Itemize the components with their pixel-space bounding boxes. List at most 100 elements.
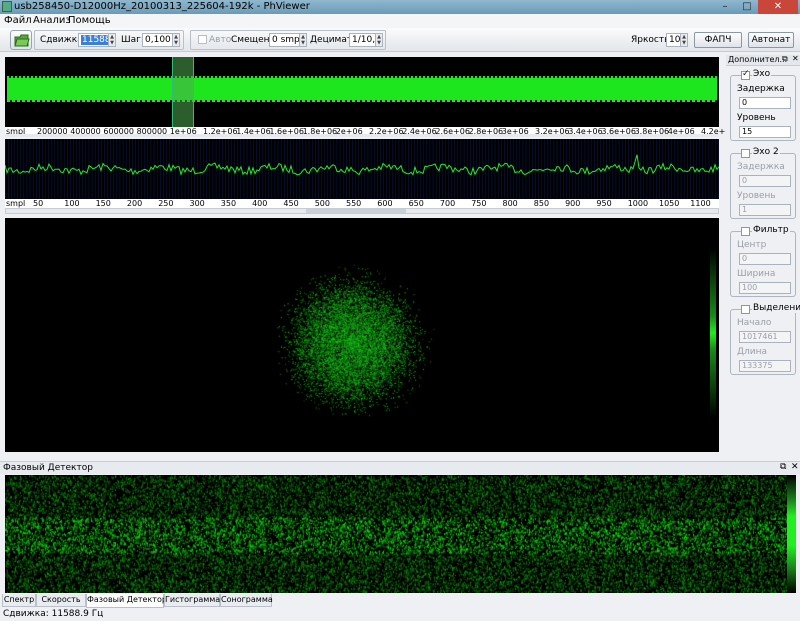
waveform-axis-unit: smpl xyxy=(6,199,26,208)
phase-panel-title: Фазовый Детектор xyxy=(3,463,93,473)
echo2-delay-spinbox[interactable]: 0 xyxy=(739,175,791,187)
echo-delay-spinbox[interactable]: 0 xyxy=(739,97,791,109)
close-button[interactable]: ✕ xyxy=(758,0,798,14)
waveform-tick-label: 750 xyxy=(471,199,487,208)
echo2-checkbox[interactable] xyxy=(741,149,750,158)
waveform-tick-label: 1100 xyxy=(690,199,711,208)
filter-width-spinbox[interactable]: 100 xyxy=(739,282,791,294)
echo2-level-label: Уровень xyxy=(737,191,776,201)
echo-level-spinbox[interactable]: 15 xyxy=(739,126,791,138)
waveform-tick-label: 700 xyxy=(439,199,456,208)
constellation-level-bar xyxy=(710,248,716,418)
filter-center-spinbox[interactable]: 0 xyxy=(739,253,791,265)
auto-checkbox[interactable] xyxy=(198,35,207,44)
overview-signal xyxy=(7,78,717,100)
waveform-tick-label: 1050 xyxy=(659,199,680,208)
waveform-tick-label: 50 xyxy=(33,199,44,208)
filter-checkbox[interactable] xyxy=(741,227,750,236)
overview-selection-region[interactable] xyxy=(172,57,194,127)
waveform-tick-label: 100 xyxy=(64,199,80,208)
extra-dock: Дополнител... ⧉ ✕ Эхо Задержка 0 Уровень… xyxy=(726,54,800,460)
step-spinbox[interactable]: 0,100 ▲ ▼ xyxy=(142,33,180,47)
echo-group: Эхо Задержка 0 Уровень 15 xyxy=(730,69,796,141)
echo-level-label: Уровень xyxy=(737,113,776,123)
phase-detector-plot[interactable] xyxy=(5,475,796,593)
echo2-delay-label: Задержка xyxy=(737,162,785,172)
window-title: usb258450-D12000Hz_20100313_225604-192k … xyxy=(14,1,310,12)
phase-close-icon[interactable]: ✕ xyxy=(791,462,799,472)
menu-help[interactable]: Помощь xyxy=(68,15,111,26)
menu-file[interactable]: Файл xyxy=(4,15,32,26)
phase-float-icon[interactable]: ⧉ xyxy=(780,462,786,472)
waveform-tick-label: 650 xyxy=(408,199,424,208)
waveform-scrollbar[interactable] xyxy=(5,208,719,214)
constellation-canvas xyxy=(5,218,719,452)
tab-spectrum[interactable]: Спектр xyxy=(2,594,36,607)
filter-center-label: Центр xyxy=(737,240,767,250)
phase-detector-canvas xyxy=(5,475,796,593)
folder-open-icon xyxy=(14,34,30,47)
offset-group: Авто Смещение: 0 smpl ▲ ▼ Дециматор: 1/10,… xyxy=(190,30,386,50)
offset-spinbox[interactable]: 0 smpl ▲ ▼ xyxy=(269,33,307,47)
open-button[interactable] xyxy=(10,30,32,50)
waveform-tick-label: 400 xyxy=(252,199,268,208)
selection-start-spinbox[interactable]: 1017461 xyxy=(739,331,791,343)
waveform-tick-label: 850 xyxy=(533,199,550,208)
overview-signal-bottom-edge xyxy=(7,100,717,102)
toolbar: Сдвижка: 11588 ▲ ▼ Шаг: 0,100 ▲ ▼ Авто Смеще… xyxy=(0,28,800,52)
fapch-button[interactable]: ФАПЧ xyxy=(694,32,742,48)
automat-button[interactable]: Автонат xyxy=(748,32,794,48)
waveform-tick-label: 600 xyxy=(377,199,393,208)
constellation-plot[interactable] xyxy=(5,218,719,452)
phase-level-bar xyxy=(787,475,796,593)
menu-analysis[interactable]: Анализ xyxy=(33,15,71,26)
filter-group: Фильтр Центр 0 Ширина 100 xyxy=(730,225,796,297)
overview-plot[interactable] xyxy=(5,57,719,127)
shift-spinbox[interactable]: 11588 ▲ ▼ xyxy=(78,33,116,47)
selection-checkbox[interactable] xyxy=(741,305,750,314)
selection-start-label: Начало xyxy=(737,318,772,328)
waveform-tick-label: 200 xyxy=(126,199,143,208)
waveform-tick-label: 450 xyxy=(283,199,299,208)
waveform-tick-label: 800 xyxy=(502,199,518,208)
echo2-level-spinbox[interactable]: 1 xyxy=(739,204,791,216)
auto-label: Авто xyxy=(209,35,232,45)
status-text: Сдвижка: 11588.9 Гц xyxy=(3,609,104,619)
app-icon xyxy=(2,1,12,12)
tab-sonogram[interactable]: Сонограмма xyxy=(220,594,273,607)
dock-titlebar: Дополнител... ⧉ ✕ xyxy=(726,54,800,66)
maximize-button[interactable]: □ xyxy=(736,0,758,14)
overview-signal-top-edge xyxy=(7,76,717,78)
waveform-tick-label: 500 xyxy=(314,199,330,208)
waveform-axis: smpl 50 100 150 200 250 300 350 400 450 500 550 600… xyxy=(5,199,719,208)
waveform-plot[interactable] xyxy=(5,139,719,199)
title-bar: usb258450-D12000Hz_20100313_225604-192k … xyxy=(0,0,800,14)
echo2-group: Эхо 2 Задержка 0 Уровень 1 xyxy=(730,147,796,219)
minimize-button[interactable]: – xyxy=(714,0,736,14)
menu-bar: Файл Анализ Помощь xyxy=(0,14,800,28)
selection-group: Выделение Начало 1017461 Длина 133375 xyxy=(730,303,800,375)
overview-scrollbar[interactable] xyxy=(5,134,719,137)
waveform-tick-label: 150 xyxy=(95,199,111,208)
step-label: Шаг: xyxy=(121,35,144,45)
brightness-spinbox[interactable]: 100 ▲ ▼ xyxy=(666,33,688,47)
waveform-svg xyxy=(5,139,719,199)
status-bar: Сдвижка: 11588.9 Гц xyxy=(0,609,800,621)
waveform-scrollbar-thumb[interactable] xyxy=(306,209,406,213)
filter-title: Фильтр xyxy=(752,225,790,235)
dock-close-icon[interactable]: ✕ xyxy=(792,54,799,63)
waveform-tick-label: 350 xyxy=(220,199,237,208)
selection-length-spinbox[interactable]: 133375 xyxy=(739,360,791,372)
selection-title: Выделение xyxy=(752,303,800,313)
waveform-tick-label: 250 xyxy=(158,199,174,208)
tab-histogram[interactable]: Гистограмма xyxy=(164,594,220,607)
tab-speed[interactable]: Скорость xyxy=(36,594,86,607)
phase-panel-titlebar: Фазовый Детектор ⧉ ✕ xyxy=(0,461,800,474)
waveform-tick-label: 550 xyxy=(346,199,362,208)
decimator-spinbox[interactable]: 1/10,00▲▼ xyxy=(349,33,383,47)
tab-phase-detector[interactable]: Фазовый Детектор xyxy=(86,594,167,608)
waveform-tick-label: 1000 xyxy=(627,199,649,208)
echo-checkbox[interactable] xyxy=(741,69,750,80)
dock-float-icon[interactable]: ⧉ xyxy=(782,54,788,64)
echo-delay-label: Задержка xyxy=(737,84,785,94)
